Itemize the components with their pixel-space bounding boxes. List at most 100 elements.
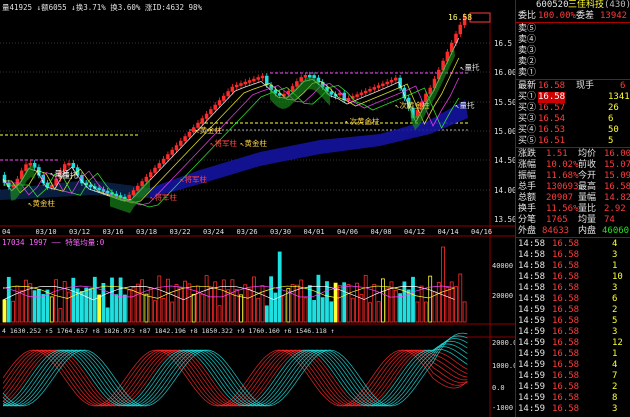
quote-row: 卖③ — [516, 46, 630, 57]
tick-time: 14:59 — [518, 349, 546, 359]
quote-cell: 委差 — [576, 11, 595, 21]
quote-row: 卖① — [516, 68, 630, 79]
chart-annotation: ↖黄金柱 — [240, 138, 268, 148]
quote-row: 14:59 16.58 1 — [516, 349, 630, 360]
chart-annotation: ↖次黄金柱 — [345, 116, 380, 126]
quote-row: 卖② — [516, 57, 630, 68]
price-axis-label: 14.00 — [494, 186, 515, 195]
tick-time: 14:58 — [518, 250, 546, 260]
tick-time: 14:59 — [518, 404, 546, 414]
bid-volume: 5 — [608, 136, 614, 146]
chart-annotation: ↖黄金柱 — [28, 198, 56, 208]
quote-cell: 委比 — [518, 11, 537, 21]
quote-row: 14:59 16.58 2 — [516, 305, 630, 316]
chart-annotation: ↖将军柱 — [180, 174, 208, 184]
quote-row: 14:58 16.58 3 — [516, 250, 630, 261]
tick-volume: 3 — [612, 250, 618, 260]
tick-time: 14:58 — [518, 272, 546, 282]
quote-row: 14:59 16.58 2 — [516, 382, 630, 393]
tick-price: 16.58 — [552, 250, 580, 260]
tick-volume: 1 — [612, 261, 618, 271]
ask-level: 卖② — [518, 57, 537, 67]
quote-cell: 15.07 — [604, 160, 630, 170]
bid-level: 买② — [518, 103, 537, 113]
tick-price: 16.58 — [552, 261, 580, 271]
macd-axis-label: -1000 — [492, 404, 513, 412]
chart-annotation: ↖将军柱 — [210, 138, 238, 148]
date-label: 03/18 — [136, 228, 157, 236]
indicator-header: 量41925 ↓额6055 ↓换3.71% 换3.60% 涨ID:4632 98… — [2, 2, 203, 12]
tick-price: 16.58 — [552, 327, 580, 337]
tick-volume: 2 — [612, 382, 618, 392]
tick-volume: 3 — [612, 283, 618, 293]
quote-cell: 16.58 — [604, 182, 630, 192]
quote-cell: 16.00 — [604, 149, 630, 159]
chart-annotation: ↖将军柱 — [150, 192, 178, 202]
volume-numbers: 4 1630.252 ↑5 1764.657 ↑8 1826.073 ↑87 1… — [2, 327, 335, 335]
chart-annotation: ↖黄金柱 — [195, 125, 223, 135]
quote-row: 买①16.58 13418 — [516, 92, 630, 103]
quote-row: 14:59 16.58 3 — [516, 404, 630, 415]
date-axis: 04 03/10 03/12 03/16 03/18 03/22 03/24 03/26 03/… — [2, 228, 492, 236]
quote-row: 14:58 16.58 1 — [516, 261, 630, 272]
kline-chart-area[interactable]: 量41925 ↓额6055 ↓换3.71% 换3.60% 涨ID:4632 98… — [0, 0, 515, 417]
chart-annotation: ↖次黄金柱 — [395, 100, 430, 110]
date-label: 04/12 — [404, 228, 425, 236]
volume-axis-label: 40000 — [492, 262, 513, 270]
tick-time: 14:59 — [518, 382, 546, 392]
bid-price: 16.58 — [538, 92, 566, 103]
price-axis-label: 15.50 — [494, 98, 515, 107]
bid-volume: 13418 — [608, 92, 630, 102]
tick-volume: 7 — [612, 371, 618, 381]
price-axis-label: 15.00 — [494, 127, 515, 136]
tick-price: 16.58 — [552, 272, 580, 282]
divider — [516, 22, 630, 23]
quote-row: 14:58 16.58 6 — [516, 294, 630, 305]
tick-price: 16.58 — [552, 316, 580, 326]
quote-row: 外盘 84633 内盘 46060 — [516, 226, 630, 237]
price-axis-label: 16.00 — [494, 68, 515, 77]
tick-volume: 3 — [612, 404, 618, 414]
date-label: 04/01 — [304, 228, 325, 236]
quote-cell: 总手 — [518, 182, 537, 192]
quote-cell: 量比 — [578, 204, 597, 214]
volume-header: 17034 1997 —— 特笔均量:0 — [2, 237, 105, 247]
date-label: 03/30 — [270, 228, 291, 236]
quote-row: 卖⑤ — [516, 24, 630, 35]
quote-cell: 1765 — [546, 215, 568, 225]
tick-time: 14:58 — [518, 294, 546, 304]
quote-cell: 均量 — [578, 215, 597, 225]
stock-name: 三佳科技 — [568, 0, 605, 10]
quote-row: 买④ 16.53 50 — [516, 125, 630, 136]
quote-row: 买⑤ 16.51 5 — [516, 136, 630, 147]
tick-volume: 2 — [612, 305, 618, 315]
quote-row: 14:59 16.58 4 — [516, 360, 630, 371]
quote-cell: 量幅 — [578, 193, 597, 203]
quote-row: 委比 100.00% 委差 13942 — [516, 11, 630, 22]
quote-cell: 15.09 — [604, 171, 630, 181]
quote-row: 买③ 16.54 6 — [516, 114, 630, 125]
price-axis-label: 13.50 — [494, 215, 515, 224]
quote-row: 14:59 16.58 8 — [516, 393, 630, 404]
quote-cell: 前收 — [578, 160, 597, 170]
tick-time: 14:58 — [518, 283, 546, 293]
bid-price: 16.53 — [538, 125, 566, 135]
chart-annotation: ↖量托 — [460, 62, 480, 72]
quote-row: 振幅 11.68% 今开 15.09 — [516, 171, 630, 182]
date-label: 03/26 — [237, 228, 258, 236]
tick-volume: 12 — [612, 338, 623, 348]
quote-cell: 74 — [604, 215, 615, 225]
tick-volume: 4 — [612, 239, 618, 249]
quote-cell: 100.00% — [538, 11, 576, 21]
quote-row: 卖④ — [516, 35, 630, 46]
bid-level: 买① — [518, 92, 537, 102]
date-label: 04/08 — [371, 228, 392, 236]
quote-cell: 20907 — [546, 193, 574, 203]
stock-code: 600520 — [536, 0, 569, 10]
tick-time: 14:58 — [518, 261, 546, 271]
date-label: 03/16 — [103, 228, 124, 236]
quote-cell: 84633 — [542, 226, 570, 236]
quote-cell: 6 — [620, 81, 626, 91]
date-label: 03/10 — [36, 228, 57, 236]
ask-level: 卖④ — [518, 35, 537, 45]
